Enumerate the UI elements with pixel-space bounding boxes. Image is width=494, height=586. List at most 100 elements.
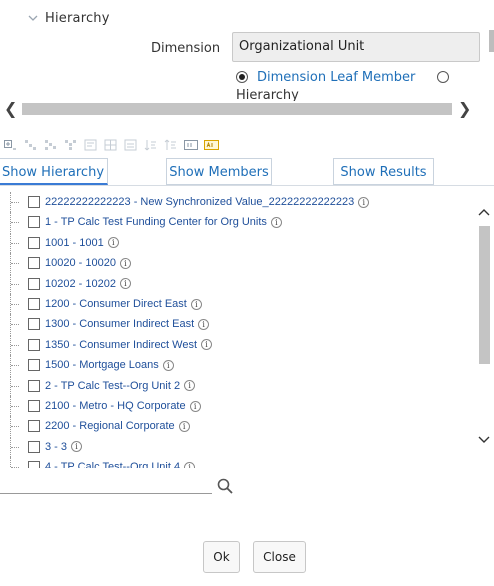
tree-item[interactable]: 2 - TP Calc Test--Org Unit 2 i (0, 375, 196, 396)
horizontal-scroll-thumb[interactable] (22, 103, 452, 115)
code-display-icon[interactable] (184, 139, 198, 151)
tree-item-checkbox[interactable] (28, 359, 40, 372)
focus-icon[interactable] (124, 139, 137, 151)
info-icon[interactable]: i (162, 359, 174, 371)
tree-connector (0, 273, 19, 294)
tree-connector (0, 416, 19, 437)
tree-item-checkbox[interactable] (28, 318, 40, 331)
tree-item-label[interactable]: 1500 - Mortgage Loans (45, 359, 159, 371)
horizontal-scrollbar[interactable]: ❮ ❯ (0, 100, 480, 118)
tree-toolbar (4, 137, 224, 153)
hierarchy-tree: 22222222222223 - New Synchronized Value_… (0, 190, 474, 468)
chevron-down-icon (28, 15, 38, 21)
vertical-scroll-thumb[interactable] (479, 226, 490, 364)
tree-item-label[interactable]: 1300 - Consumer Indirect East (45, 318, 194, 330)
scroll-up-icon[interactable] (476, 204, 492, 220)
tree-connector (0, 294, 19, 314)
tree-item-label[interactable]: 2200 - Regional Corporate (45, 420, 175, 432)
tree-connector (0, 396, 19, 416)
tree-item-checkbox[interactable] (28, 298, 40, 310)
tree-item[interactable]: 2100 - Metro - HQ Corporate i (0, 396, 201, 416)
ok-button[interactable]: Ok (203, 541, 240, 573)
tree-connector (0, 436, 19, 457)
tree-item-checkbox[interactable] (28, 420, 40, 433)
dimension-label: Dimension (151, 41, 221, 56)
info-icon[interactable]: i (189, 400, 201, 412)
search-input[interactable] (0, 478, 212, 494)
expand-all-icon[interactable] (4, 139, 17, 151)
hierarchy-section-header[interactable]: Hierarchy (26, 10, 110, 26)
tree-item[interactable]: 1001 - 1001 i (0, 232, 119, 253)
info-icon[interactable]: i (184, 461, 196, 468)
collapse-icon[interactable] (24, 139, 37, 151)
panel-scrollbar-edge (489, 30, 494, 52)
info-icon[interactable]: i (201, 339, 213, 351)
scroll-down-icon[interactable] (476, 432, 492, 448)
tree-item-label[interactable]: 4 - TP Calc Test--Org Unit 4 (45, 461, 180, 468)
tree-item-label[interactable]: 2100 - Metro - HQ Corporate (45, 400, 186, 412)
hierarchy-section-title: Hierarchy (45, 10, 110, 26)
tree-item[interactable]: 1200 - Consumer Direct East i (0, 294, 202, 314)
info-icon[interactable]: i (119, 257, 131, 269)
tree-item-label[interactable]: 1350 - Consumer Indirect West (45, 339, 197, 351)
tree-item-checkbox[interactable] (28, 379, 40, 392)
search-icon[interactable] (216, 477, 234, 495)
tree-item-label[interactable]: 2 - TP Calc Test--Org Unit 2 (45, 380, 180, 392)
tree-item[interactable]: 1 - TP Calc Test Funding Center for Org … (0, 212, 282, 233)
tree-item-label[interactable]: 3 - 3 (45, 441, 67, 453)
tree-item-checkbox[interactable] (28, 216, 40, 229)
vertical-scrollbar[interactable] (474, 190, 494, 468)
sort-ascending-icon[interactable] (84, 139, 97, 151)
tree-item-checkbox[interactable] (28, 236, 40, 249)
tree-item-checkbox[interactable] (28, 196, 40, 208)
tree-item-checkbox[interactable] (28, 277, 40, 290)
show-name-icon[interactable] (64, 139, 77, 151)
info-icon[interactable]: i (358, 196, 370, 208)
info-icon[interactable]: i (270, 216, 282, 228)
info-icon[interactable]: i (198, 318, 210, 330)
tree-item[interactable]: 2200 - Regional Corporate i (0, 416, 190, 437)
tree-item[interactable]: 22222222222223 - New Synchronized Value_… (0, 192, 370, 212)
tab-divider (0, 185, 494, 186)
info-icon[interactable]: i (184, 380, 196, 392)
sort-numeric-icon[interactable] (164, 139, 177, 151)
scroll-right-icon[interactable]: ❯ (458, 100, 472, 118)
tree-item-label[interactable]: 10202 - 10202 (45, 278, 116, 290)
tree-item[interactable]: 3 - 3 i (0, 436, 83, 457)
tree-item-label[interactable]: 1 - TP Calc Test Funding Center for Org … (45, 216, 267, 228)
tree-connector (0, 212, 19, 233)
leaf-member-radio[interactable] (236, 71, 248, 83)
close-button[interactable]: Close (253, 541, 306, 573)
tree-item-checkbox[interactable] (28, 461, 40, 468)
tree-item-label[interactable]: 10020 - 10020 (45, 257, 116, 269)
tree-item-label[interactable]: 1001 - 1001 (45, 237, 104, 249)
tree-item-checkbox[interactable] (28, 257, 40, 270)
scroll-left-icon[interactable]: ❮ (4, 100, 18, 118)
hierarchy-radio[interactable] (437, 71, 450, 83)
tab-show-results[interactable]: Show Results (333, 158, 434, 185)
tree-item-checkbox[interactable] (28, 400, 40, 412)
tree-item[interactable]: 1350 - Consumer Indirect West i (0, 334, 213, 355)
info-icon[interactable]: i (178, 420, 190, 432)
tree-item-label[interactable]: 1200 - Consumer Direct East (45, 298, 187, 310)
leaf-member-radio-label[interactable]: Dimension Leaf Member (257, 70, 415, 85)
tree-item[interactable]: 10202 - 10202 i (0, 273, 131, 294)
info-icon[interactable]: i (71, 441, 83, 453)
tree-item[interactable]: 4 - TP Calc Test--Org Unit 4 i (0, 457, 196, 468)
tree-item-checkbox[interactable] (28, 338, 40, 351)
tree-item-label[interactable]: 22222222222223 - New Synchronized Value_… (45, 196, 354, 208)
tree-item-checkbox[interactable] (28, 440, 40, 453)
tab-show-members[interactable]: Show Members (166, 158, 272, 185)
tree-item[interactable]: 1500 - Mortgage Loans i (0, 355, 174, 376)
name-display-icon[interactable] (204, 139, 219, 151)
sort-alpha-icon[interactable] (144, 139, 157, 151)
sort-descending-icon[interactable] (104, 139, 117, 151)
info-icon[interactable]: i (190, 298, 202, 310)
tree-item[interactable]: 10020 - 10020 i (0, 253, 131, 274)
info-icon[interactable]: i (119, 278, 131, 290)
tree-item[interactable]: 1300 - Consumer Indirect East i (0, 314, 210, 335)
show-code-icon[interactable] (44, 139, 57, 151)
tab-show-hierarchy[interactable]: Show Hierarchy (0, 158, 108, 185)
info-icon[interactable]: i (107, 237, 119, 249)
tree-connector (0, 192, 19, 212)
